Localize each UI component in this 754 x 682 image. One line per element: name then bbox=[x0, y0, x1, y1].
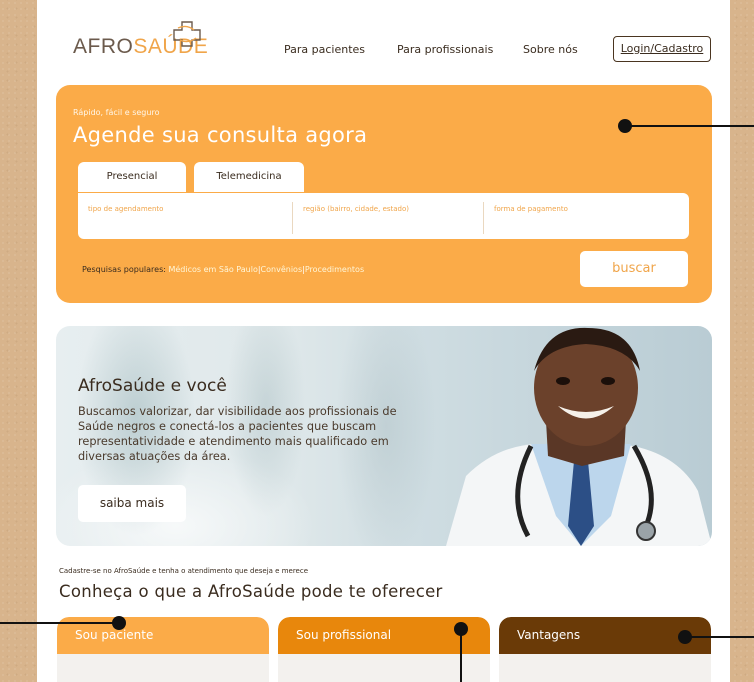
payment-field[interactable]: forma de pagamento bbox=[484, 193, 689, 239]
login-button[interactable]: Login/Cadastro bbox=[613, 36, 711, 62]
callout-dot bbox=[112, 616, 126, 630]
search-title: Agende sua consulta agora bbox=[73, 123, 368, 147]
nav-para-pacientes[interactable]: Para pacientes bbox=[284, 43, 365, 56]
offer-eyebrow: Cadastre-se no AfroSaúde e tenha o atend… bbox=[59, 567, 309, 575]
hero-banner: AfroSaúde e você Buscamos valorizar, dar… bbox=[56, 326, 712, 546]
appointment-type-field[interactable]: tipo de agendamento bbox=[78, 193, 292, 239]
card-sou-paciente[interactable]: Sou paciente bbox=[57, 617, 269, 682]
tab-presencial[interactable]: Presencial bbox=[78, 162, 186, 192]
page: AFROSAÚDE Para pacientes Para profission… bbox=[37, 0, 730, 682]
medical-cross-icon bbox=[173, 21, 201, 47]
search-card: Rápido, fácil e seguro Agende sua consul… bbox=[56, 85, 712, 303]
hero-description: Buscamos valorizar, dar visibilidade aos… bbox=[78, 405, 397, 463]
search-button[interactable]: buscar bbox=[580, 251, 688, 287]
callout-line bbox=[460, 628, 462, 682]
popular-searches: Pesquisas populares: Médicos em São Paul… bbox=[82, 265, 365, 274]
search-fields: tipo de agendamento região (bairro, cida… bbox=[78, 193, 689, 239]
learn-more-button[interactable]: saiba mais bbox=[78, 485, 186, 522]
region-field[interactable]: região (bairro, cidade, estado) bbox=[293, 193, 483, 239]
hero-title: AfroSaúde e você bbox=[78, 376, 227, 396]
popular-link-procedimentos[interactable]: Procedimentos bbox=[305, 265, 364, 274]
tab-telemedicina[interactable]: Telemedicina bbox=[194, 162, 304, 192]
popular-link-convenios[interactable]: Convênios bbox=[261, 265, 303, 274]
nav-sobre-nos[interactable]: Sobre nós bbox=[523, 43, 578, 56]
callout-dot bbox=[618, 119, 632, 133]
card-vantagens[interactable]: Vantagens bbox=[499, 617, 711, 682]
doctor-photo bbox=[446, 327, 712, 546]
callout-line bbox=[686, 636, 754, 638]
callout-dot bbox=[678, 630, 692, 644]
offer-title: Conheça o que a AfroSaúde pode te oferec… bbox=[59, 582, 443, 601]
nav-para-profissionais[interactable]: Para profissionais bbox=[397, 43, 493, 56]
callout-line bbox=[0, 622, 118, 624]
search-eyebrow: Rápido, fácil e seguro bbox=[73, 108, 160, 117]
popular-link-medicos[interactable]: Médicos em São Paulo bbox=[168, 265, 257, 274]
callout-dot bbox=[454, 622, 468, 636]
callout-line bbox=[630, 125, 754, 127]
